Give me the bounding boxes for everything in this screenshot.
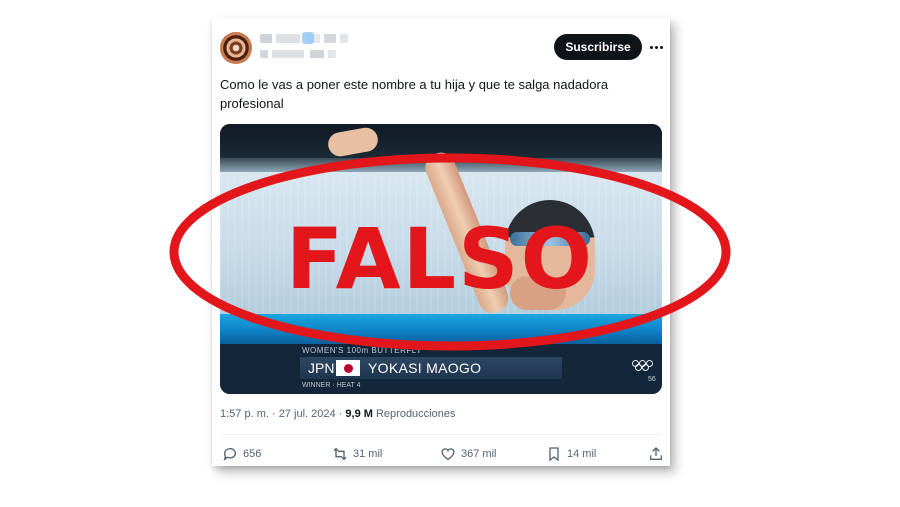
like-count: 367 mil <box>461 448 497 460</box>
more-options-button[interactable] <box>646 34 666 60</box>
tweet-media-image[interactable]: WOMEN'S 100m BUTTERFLY JPN YOKASI MAOGO … <box>220 124 662 394</box>
divider <box>220 434 662 435</box>
more-dots-icon <box>649 45 663 49</box>
tweet-time[interactable]: 1:57 p. m. <box>220 408 269 420</box>
broadcast-number: 56 <box>648 376 656 383</box>
heart-icon <box>441 448 455 461</box>
broadcast-caption-top: WOMEN'S 100m BUTTERFLY <box>302 346 422 355</box>
subscribe-button[interactable]: Suscribirse <box>554 34 642 60</box>
repost-button[interactable]: 31 mil <box>332 444 382 464</box>
country-code: JPN <box>308 360 335 376</box>
repost-arrows-icon <box>333 447 347 461</box>
swimmer-goggles <box>510 232 590 246</box>
tweet-card: Suscribirse Como le vas a poner este nom… <box>212 18 670 466</box>
blurred-username[interactable] <box>260 50 336 58</box>
blurred-verified-badge <box>302 32 314 44</box>
japan-flag-icon <box>336 360 360 376</box>
broadcast-caption-bottom: WINNER · HEAT 4 <box>302 382 361 389</box>
share-upload-icon <box>650 447 662 460</box>
share-button[interactable] <box>648 444 664 464</box>
meta-separator-2: · <box>338 408 343 420</box>
broadcast-name-bar: JPN YOKASI MAOGO <box>300 357 562 379</box>
avatar[interactable] <box>220 32 252 64</box>
tweet-actions: 656 31 mil 367 mil 14 mil <box>220 444 664 464</box>
bookmark-button[interactable]: 14 mil <box>546 444 596 464</box>
reply-count: 656 <box>243 448 262 460</box>
swimmer-hand-on-face <box>510 276 566 310</box>
pool-water <box>220 314 662 344</box>
tweet-text: Como le vas a poner este nombre a tu hij… <box>220 77 609 111</box>
repost-count: 31 mil <box>353 448 383 460</box>
tweet-metadata: 1:57 p. m. · 27 jul. 2024 · 9,9 M Reprod… <box>220 408 455 420</box>
bookmark-count: 14 mil <box>567 448 597 460</box>
olympic-rings-icon <box>632 360 654 372</box>
views-count: 9,9 M <box>345 408 373 420</box>
meta-separator: · <box>271 408 276 420</box>
reply-bubble-icon <box>223 448 236 461</box>
tweet-date[interactable]: 27 jul. 2024 <box>279 408 336 420</box>
reply-button[interactable]: 656 <box>222 444 261 464</box>
views-label: Reproducciones <box>375 408 456 420</box>
swimmer-name: YOKASI MAOGO <box>368 360 482 376</box>
bookmark-icon <box>549 447 559 462</box>
like-button[interactable]: 367 mil <box>440 444 496 464</box>
